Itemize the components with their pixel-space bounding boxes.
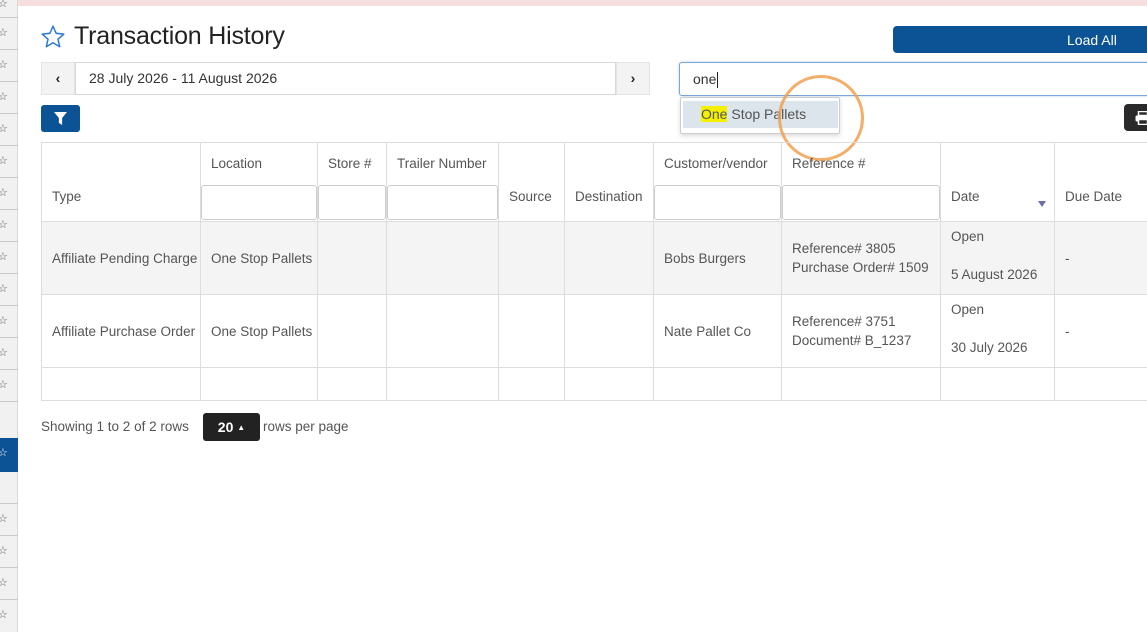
star-icon[interactable]: ☆ bbox=[0, 87, 18, 107]
star-icon[interactable]: ☆ bbox=[0, 311, 18, 331]
cell-date: Open 5 August 2026 bbox=[940, 221, 1055, 295]
search-value: one bbox=[693, 71, 717, 87]
reference-filter-input[interactable] bbox=[782, 185, 940, 220]
table-row[interactable]: Affiliate Purchase Order One Stop Pallet… bbox=[41, 294, 1147, 368]
cell-customer: Nate Pallet Co bbox=[653, 294, 782, 368]
cell-due-date: - bbox=[1054, 221, 1147, 295]
cell-date: Open 30 July 2026 bbox=[940, 294, 1055, 368]
top-alert-bar bbox=[0, 0, 1147, 6]
star-icon[interactable]: ☆ bbox=[0, 215, 18, 235]
table-row-empty bbox=[41, 367, 1147, 401]
col-destination[interactable]: Destination bbox=[564, 142, 654, 222]
cell-store bbox=[317, 294, 387, 368]
col-source[interactable]: Source bbox=[498, 142, 565, 222]
star-icon[interactable]: ☆ bbox=[0, 279, 18, 299]
col-location[interactable]: Location bbox=[200, 142, 318, 222]
star-icon[interactable]: ☆ bbox=[0, 541, 18, 561]
transactions-table: Type Location Store # Trailer Number Sou… bbox=[41, 142, 1147, 401]
cell-customer: Bobs Burgers bbox=[653, 221, 782, 295]
cell-trailer bbox=[386, 294, 499, 368]
cell-trailer bbox=[386, 221, 499, 295]
cell-source bbox=[498, 221, 565, 295]
star-icon[interactable]: ☆ bbox=[0, 247, 18, 267]
favorites-rail: ☆ ☆ ☆ ☆ ☆ ☆ ☆ ☆ ☆ ☆ ☆ ☆ ☆ ☆ ☆ ☆ ☆ ☆ bbox=[0, 0, 18, 632]
col-customer-vendor[interactable]: Customer/vendor bbox=[653, 142, 782, 222]
star-icon[interactable]: ☆ bbox=[0, 151, 18, 171]
star-icon[interactable]: ☆ bbox=[0, 605, 18, 625]
table-row[interactable]: Affiliate Pending Charge One Stop Pallet… bbox=[41, 221, 1147, 295]
col-trailer-number[interactable]: Trailer Number bbox=[386, 142, 499, 222]
rows-per-page-button[interactable]: 20 ▲ bbox=[203, 413, 260, 441]
star-icon[interactable]: ☆ bbox=[0, 509, 18, 529]
print-icon bbox=[1135, 111, 1147, 125]
date-next-button[interactable]: › bbox=[616, 62, 650, 95]
star-icon[interactable]: ☆ bbox=[0, 0, 18, 14]
cell-source bbox=[498, 294, 565, 368]
favorite-star-icon[interactable] bbox=[40, 24, 66, 50]
star-icon[interactable]: ☆ bbox=[0, 343, 18, 363]
cell-location: One Stop Pallets bbox=[200, 221, 318, 295]
load-all-button[interactable]: Load All bbox=[893, 26, 1147, 53]
cell-reference: Reference# 3751 Document# B_1237 bbox=[781, 294, 941, 368]
cell-destination bbox=[564, 294, 654, 368]
col-due-date[interactable]: Due Date bbox=[1054, 142, 1147, 222]
location-filter-input[interactable] bbox=[201, 185, 317, 220]
star-icon: ☆ bbox=[0, 447, 8, 459]
cell-reference: Reference# 3805 Purchase Order# 1509 bbox=[781, 221, 941, 295]
match-highlight: One bbox=[701, 106, 728, 122]
cell-type: Affiliate Purchase Order bbox=[41, 294, 201, 368]
date-prev-button[interactable]: ‹ bbox=[41, 62, 75, 95]
store-filter-input[interactable] bbox=[318, 185, 386, 220]
customer-filter-input[interactable] bbox=[654, 185, 781, 220]
star-icon[interactable]: ☆ bbox=[0, 375, 18, 395]
rows-per-page-label: rows per page bbox=[263, 419, 349, 434]
cell-type: Affiliate Pending Charge bbox=[41, 221, 201, 295]
star-icon[interactable]: ☆ bbox=[0, 183, 18, 203]
cell-store bbox=[317, 221, 387, 295]
sort-desc-icon bbox=[1038, 201, 1046, 207]
filter-button[interactable] bbox=[41, 105, 80, 132]
cell-destination bbox=[564, 221, 654, 295]
text-caret bbox=[717, 72, 719, 89]
star-icon[interactable]: ☆ bbox=[0, 55, 18, 75]
print-button[interactable] bbox=[1124, 104, 1147, 131]
caret-up-icon: ▲ bbox=[237, 423, 246, 432]
col-type[interactable]: Type bbox=[41, 142, 201, 222]
filter-icon bbox=[54, 112, 67, 125]
trailer-filter-input[interactable] bbox=[387, 185, 498, 220]
pagination-info: Showing 1 to 2 of 2 rows bbox=[41, 419, 189, 434]
col-store[interactable]: Store # bbox=[317, 142, 387, 222]
star-icon[interactable]: ☆ bbox=[0, 119, 18, 139]
star-icon[interactable]: ☆ bbox=[0, 23, 18, 43]
cell-due-date: - bbox=[1054, 294, 1147, 368]
star-icon[interactable]: ☆ bbox=[0, 573, 18, 593]
cell-location: One Stop Pallets bbox=[200, 294, 318, 368]
date-range-input[interactable]: 28 July 2026 - 11 August 2026 bbox=[75, 62, 616, 95]
search-input[interactable]: one bbox=[679, 62, 1147, 96]
rail-active-item[interactable]: ☆ bbox=[0, 438, 18, 472]
col-reference[interactable]: Reference # bbox=[781, 142, 941, 222]
col-date[interactable]: Date bbox=[940, 142, 1055, 222]
page-title: Transaction History bbox=[74, 22, 285, 50]
